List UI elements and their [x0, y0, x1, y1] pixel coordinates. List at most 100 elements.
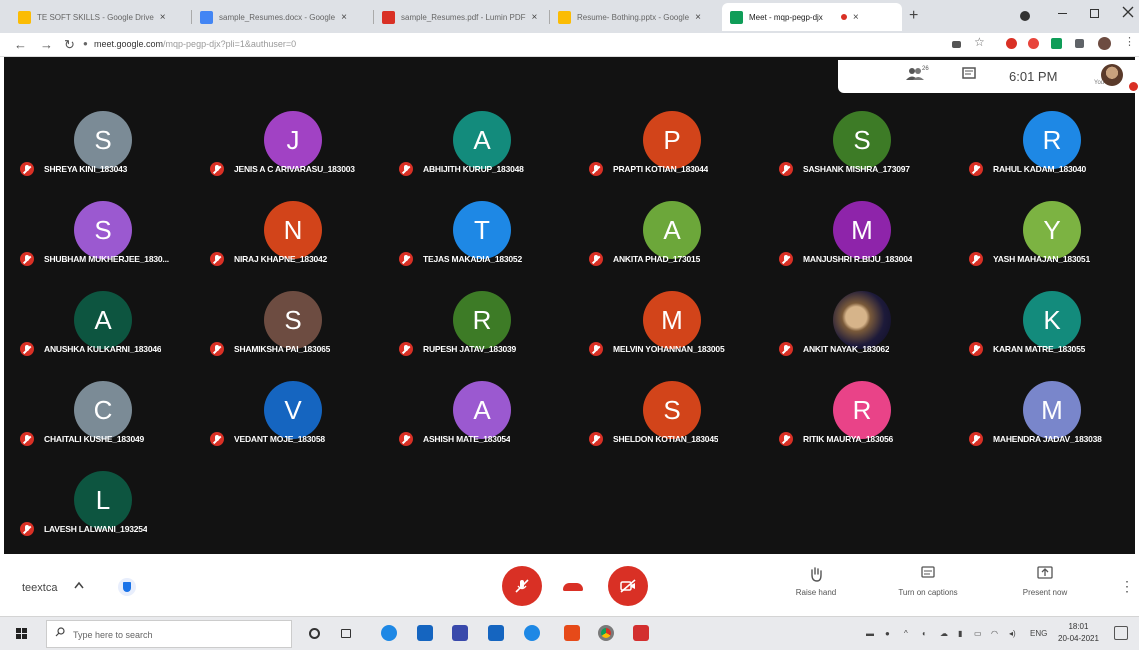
participant-tile[interactable]: R RITIK MAURYA_183056: [771, 381, 961, 471]
back-arrow-icon[interactable]: ←: [14, 37, 27, 52]
participant-tile[interactable]: A ANUSHKA KULKARNI_183046: [12, 291, 202, 381]
tray-wifi-icon[interactable]: ◠: [991, 629, 998, 638]
close-icon[interactable]: ×: [160, 12, 166, 23]
browser-menu-icon[interactable]: ⋮: [1124, 35, 1135, 48]
maximize-icon[interactable]: [1090, 9, 1099, 18]
participant-tile[interactable]: A ASHISH MATE_183054: [391, 381, 581, 471]
participant-tile[interactable]: S SHUBHAM MUKHERJEE_1830...: [12, 201, 202, 291]
participant-tile[interactable]: M MAHENDRA JADAV_183038: [961, 381, 1139, 471]
close-icon[interactable]: ×: [341, 12, 347, 23]
camera-toggle-button[interactable]: [608, 566, 648, 606]
taskbar-clock[interactable]: 18:01 20-04-2021: [1058, 621, 1099, 645]
camera-indicator-icon[interactable]: [952, 41, 961, 48]
store-icon[interactable]: [452, 625, 468, 641]
participant-tile[interactable]: T TEJAS MAKADIA_183052: [391, 201, 581, 291]
more-options-icon[interactable]: ⋮: [1120, 578, 1134, 595]
participant-tile[interactable]: ANKIT NAYAK_183062: [771, 291, 961, 381]
office-icon[interactable]: [564, 625, 580, 641]
participant-tile[interactable]: S SHELDON KOTIAN_183045: [581, 381, 771, 471]
notification-center-icon[interactable]: [1114, 626, 1128, 640]
participant-tile[interactable]: K KARAN MATRE_183055: [961, 291, 1139, 381]
participant-avatar: Y: [1023, 201, 1081, 259]
chevron-up-icon[interactable]: [74, 580, 84, 592]
mail-icon[interactable]: [488, 625, 504, 641]
profile-avatar-icon[interactable]: [1098, 37, 1111, 50]
profile-icon[interactable]: [1020, 11, 1030, 21]
participant-tile[interactable]: V VEDANT MOJE_183058: [202, 381, 392, 471]
tray-cloud-icon[interactable]: ☁: [940, 629, 948, 638]
participant-tile[interactable]: A ABHIJITH KURUP_183048: [391, 111, 581, 201]
participant-tile[interactable]: S SHAMIKSHA PAI_183065: [202, 291, 392, 381]
mic-muted-icon: [399, 162, 413, 176]
tray-display-icon[interactable]: ▭: [974, 629, 982, 638]
meeting-details-code[interactable]: teextca: [22, 582, 57, 594]
participant-avatar: A: [74, 291, 132, 349]
close-icon[interactable]: ×: [532, 12, 538, 23]
host-controls-shield-icon[interactable]: [118, 578, 136, 596]
participant-tile[interactable]: M MANJUSHRI R.BIJU_183004: [771, 201, 961, 291]
tray-volume-icon[interactable]: ◂): [1009, 629, 1016, 638]
extension-orange-icon[interactable]: [1028, 38, 1039, 49]
mic-muted-icon: [399, 342, 413, 356]
app-blue-icon[interactable]: [524, 625, 540, 641]
chat-icon[interactable]: [962, 67, 976, 85]
reload-icon[interactable]: ↻: [64, 37, 75, 53]
browser-tab-meet[interactable]: Meet - mqp-pegp-djx ×: [722, 3, 902, 31]
window-close-icon[interactable]: [1122, 6, 1134, 18]
participant-name: YASH MAHAJAN_183051: [993, 254, 1090, 264]
chrome-icon[interactable]: [598, 625, 614, 641]
extensions-puzzle-icon[interactable]: [1075, 39, 1084, 48]
participant-tile[interactable]: C CHAITALI KUSHE_183049: [12, 381, 202, 471]
microphone-toggle-button[interactable]: [502, 566, 542, 606]
participant-name-row: ANKIT NAYAK_183062: [779, 342, 961, 356]
tray-app-icon[interactable]: ●: [885, 629, 890, 638]
participant-tile[interactable]: R RUPESH JATAV_183039: [391, 291, 581, 381]
cortana-icon[interactable]: [309, 628, 320, 639]
participant-photo-avatar: [833, 291, 891, 349]
participant-tile[interactable]: R RAHUL KADAM_183040: [961, 111, 1139, 201]
mic-muted-icon: [20, 522, 34, 536]
app-red-icon[interactable]: [633, 625, 649, 641]
participant-tile[interactable]: S SHREYA KINI_183043: [12, 111, 202, 201]
present-now-button[interactable]: Present now: [1000, 566, 1090, 597]
windows-start-icon[interactable]: [16, 628, 28, 640]
participant-tile[interactable]: J JENIS A C ARIVARASU_183003: [202, 111, 392, 201]
tray-battery-icon[interactable]: ▬: [866, 629, 874, 638]
browser-tab-docs[interactable]: sample_Resumes.docx - Google ×: [192, 3, 372, 31]
participant-avatar: A: [453, 111, 511, 169]
participant-tile[interactable]: A ANKITA PHAD_173015: [581, 201, 771, 291]
minimize-icon[interactable]: [1058, 13, 1067, 14]
browser-tab-drive[interactable]: TE SOFT SKILLS - Google Drive ×: [10, 3, 190, 31]
extension-green-icon[interactable]: [1051, 38, 1062, 49]
photos-icon[interactable]: [417, 625, 433, 641]
participant-tile[interactable]: S SASHANK MISHRA_173097: [771, 111, 961, 201]
mic-muted-icon: [969, 342, 983, 356]
language-indicator[interactable]: ENG: [1030, 629, 1047, 638]
bookmark-star-icon[interactable]: ☆: [974, 35, 985, 49]
captions-button[interactable]: Turn on captions: [883, 566, 973, 597]
participant-tile[interactable]: N NIRAJ KHAPNE_183042: [202, 201, 392, 291]
close-icon[interactable]: ×: [695, 12, 701, 23]
self-view-avatar[interactable]: [1101, 64, 1123, 86]
task-view-icon[interactable]: [341, 629, 351, 638]
tray-mic-icon[interactable]: ▮: [958, 629, 962, 638]
edge-icon[interactable]: [381, 625, 397, 641]
participant-name: RITIK MAURYA_183056: [803, 434, 894, 444]
tray-network-icon[interactable]: ◐: [922, 629, 927, 638]
new-tab-button[interactable]: +: [909, 7, 918, 25]
close-icon[interactable]: ×: [853, 12, 859, 23]
participant-tile[interactable]: Y YASH MAHAJAN_183051: [961, 201, 1139, 291]
tray-expand-icon[interactable]: ^: [904, 629, 908, 638]
leave-call-button[interactable]: [563, 583, 583, 591]
raise-hand-button[interactable]: Raise hand: [771, 566, 861, 597]
url-field[interactable]: meet.google.com/mqp-pegp-djx?pli=1&authu…: [94, 39, 296, 49]
taskbar-search-box[interactable]: Type here to search: [46, 620, 292, 648]
browser-tab-pdf[interactable]: sample_Resumes.pdf - Lumin PDF ×: [374, 3, 549, 31]
participant-tile[interactable]: M MELVIN YOHANNAN_183005: [581, 291, 771, 381]
participant-tile[interactable]: L LAVESH LALWANI_193254: [12, 471, 202, 561]
extension-red-icon[interactable]: [1006, 38, 1017, 49]
participant-tile[interactable]: P PRAPTI KOTIAN_183044: [581, 111, 771, 201]
forward-arrow-icon[interactable]: →: [40, 37, 53, 52]
participant-avatar: M: [833, 201, 891, 259]
browser-tab-slides[interactable]: Resume- Bothing.pptx - Google ×: [550, 3, 720, 31]
